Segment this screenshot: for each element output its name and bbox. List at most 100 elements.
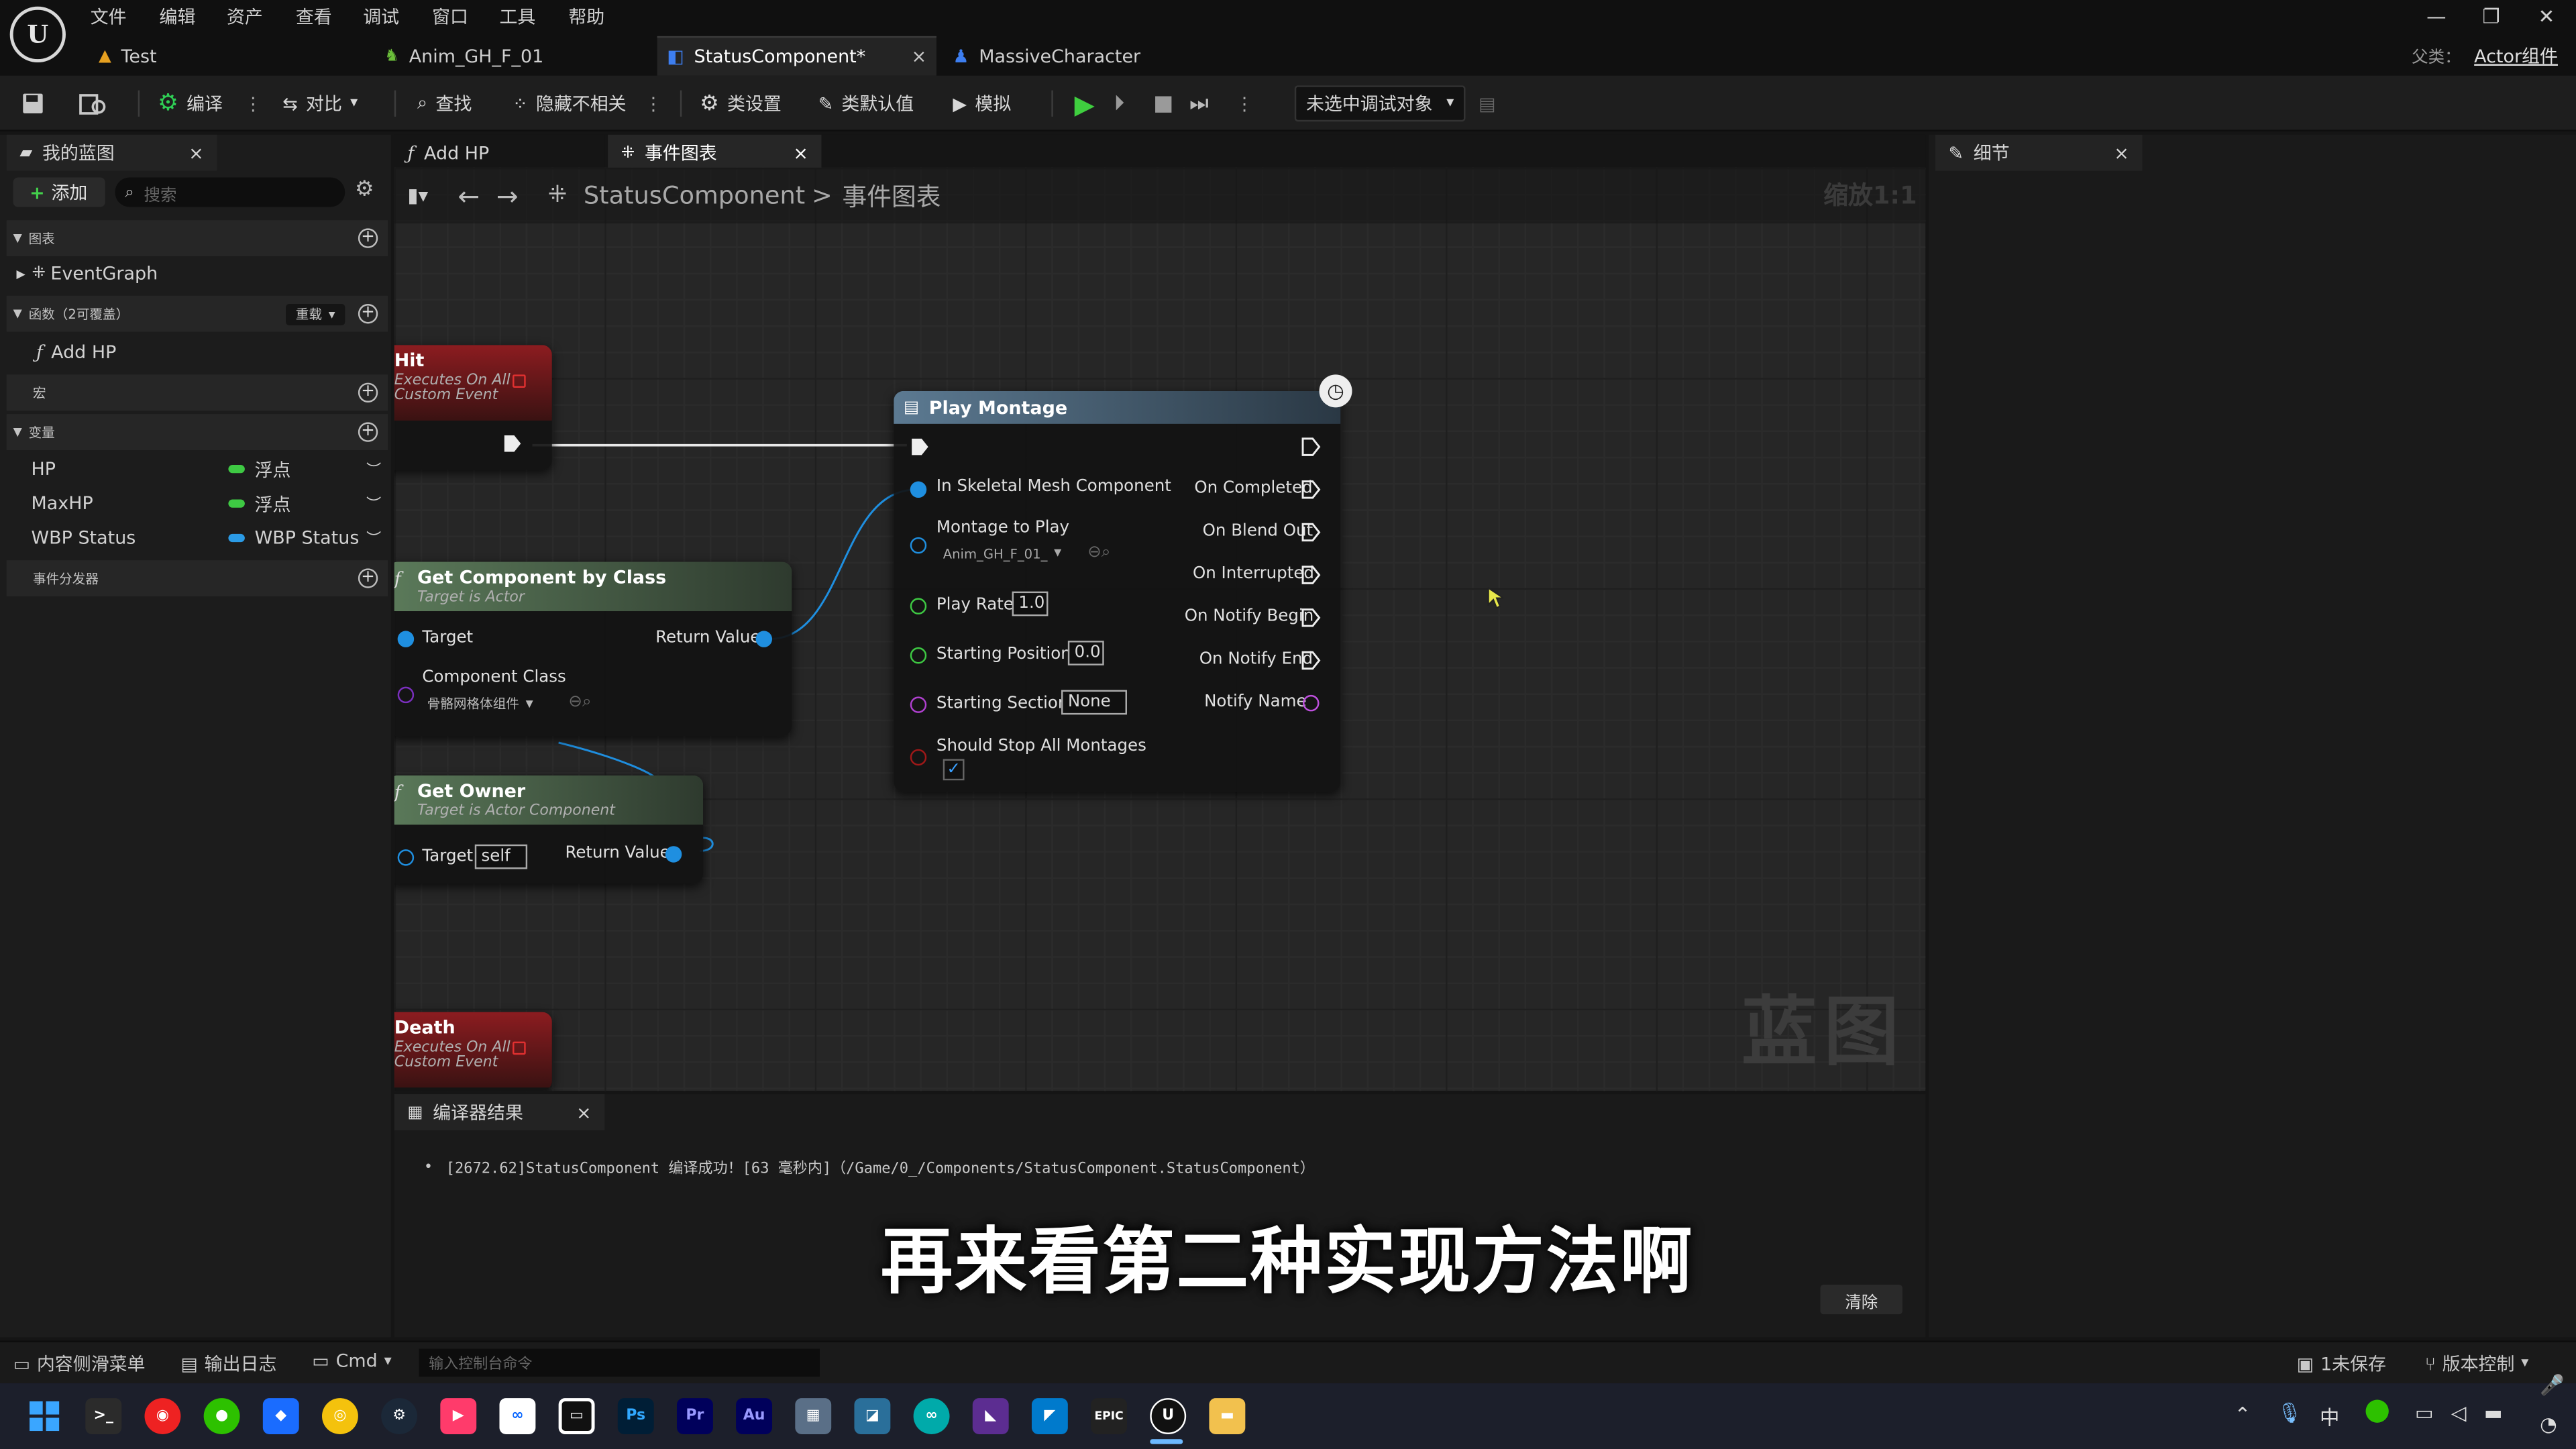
- find-button[interactable]: ⌕ 查找: [417, 76, 472, 131]
- feishu-icon[interactable]: ◆: [262, 1398, 299, 1434]
- starting-section-field[interactable]: None: [1061, 690, 1128, 715]
- more-icon[interactable]: ⋮: [645, 93, 663, 114]
- step-button[interactable]: ⏵: [1114, 76, 1124, 131]
- return-value-pin[interactable]: [665, 846, 682, 863]
- more-icon[interactable]: ⋮: [244, 93, 262, 114]
- component-class-pin[interactable]: [397, 686, 415, 704]
- close-icon[interactable]: ×: [189, 142, 204, 164]
- mic-tray-icon[interactable]: 🎤: [2540, 1373, 2565, 1396]
- close-icon[interactable]: ×: [912, 46, 927, 68]
- app-icon[interactable]: ▶: [440, 1398, 477, 1434]
- delegate-pin[interactable]: [513, 1041, 526, 1055]
- tab-compiler-results[interactable]: ▦ 编译器结果 ×: [394, 1094, 605, 1130]
- tab-event-graph[interactable]: ⁜ 事件图表 ×: [608, 134, 822, 171]
- use-selected-icon[interactable]: ⊖⌕: [568, 693, 591, 711]
- menu-file[interactable]: 文件: [91, 3, 127, 30]
- unreal-logo[interactable]: U: [9, 6, 66, 63]
- self-field[interactable]: self: [474, 844, 528, 869]
- browse-icon[interactable]: [79, 76, 109, 131]
- target-pin[interactable]: [397, 849, 415, 866]
- play-montage-node[interactable]: ▤ Play Montage In Skeletal Mesh Componen…: [894, 390, 1341, 792]
- component-class-dropdown[interactable]: 骨骼网格体组件 ▾: [427, 692, 559, 716]
- more-icon[interactable]: ⋮: [1236, 76, 1254, 131]
- menu-view[interactable]: 查看: [296, 3, 332, 30]
- steam-icon[interactable]: ⚙: [381, 1398, 418, 1434]
- class-settings-button[interactable]: ⚙ 类设置: [700, 76, 782, 131]
- unsaved-button[interactable]: ▣ 1未保存: [2297, 1350, 2386, 1377]
- volume-icon[interactable]: ◁: [2451, 1401, 2467, 1424]
- section-macros[interactable]: 宏 +: [6, 374, 388, 411]
- menu-edit[interactable]: 编辑: [160, 3, 196, 30]
- settings-gear-icon[interactable]: ⚙: [355, 177, 374, 202]
- exec-out-pin[interactable]: [502, 434, 522, 453]
- tab-add-hp[interactable]: ƒ Add HP: [394, 134, 605, 171]
- doc-tab-anim[interactable]: ♞ Anim_GH_F_01: [374, 36, 653, 76]
- doc-tab-massivecharacter[interactable]: ♟ MassiveCharacter: [943, 36, 1222, 76]
- eye-icon[interactable]: ︶: [366, 493, 381, 514]
- menu-asset[interactable]: 资产: [227, 3, 263, 30]
- menu-window[interactable]: 窗口: [432, 3, 468, 30]
- blueprint-graph[interactable]: ▮▾ ← → ⁜ StatusComponent > 事件图表 缩放1:1 蓝图…: [394, 167, 1926, 1091]
- starting-position-pin[interactable]: [910, 647, 927, 664]
- get-component-by-class-node[interactable]: Get Component by Class Target is Actor ƒ…: [394, 561, 792, 737]
- play-rate-pin[interactable]: [910, 598, 927, 614]
- file-explorer-icon[interactable]: ▬: [1209, 1398, 1246, 1434]
- add-variable-icon[interactable]: +: [358, 422, 378, 442]
- variable-type[interactable]: 浮点: [255, 490, 291, 517]
- add-button[interactable]: + 添加: [13, 177, 105, 207]
- hit-event-node[interactable]: Hit Executes On All Custom Event: [394, 345, 552, 470]
- eye-icon[interactable]: ︶: [366, 527, 381, 548]
- variable-row-maxhp[interactable]: MaxHP 浮点 ︶: [7, 486, 388, 521]
- diff-button[interactable]: ⇆ 对比 ▾: [282, 76, 358, 131]
- app-icon[interactable]: ◪: [854, 1398, 891, 1434]
- minimize-icon[interactable]: —: [2426, 5, 2446, 28]
- variable-type[interactable]: 浮点: [255, 456, 291, 482]
- tab-my-blueprint[interactable]: ▰ 我的蓝图 ×: [6, 134, 217, 171]
- content-drawer-button[interactable]: ▭ 内容侧滑菜单: [13, 1350, 146, 1377]
- meta-icon[interactable]: ∞: [499, 1398, 536, 1434]
- add-macro-icon[interactable]: +: [358, 382, 378, 403]
- on-completed-pin[interactable]: [1301, 480, 1321, 499]
- debug-filter-icon[interactable]: ▤: [1479, 76, 1495, 131]
- graph-item-eventgraph[interactable]: ▶ ⁜ EventGraph: [7, 256, 388, 290]
- windows-start-icon[interactable]: [26, 1398, 62, 1434]
- get-owner-node[interactable]: Get Owner Target is Actor Component ƒ Ta…: [394, 775, 704, 884]
- audition-icon[interactable]: Au: [736, 1398, 773, 1434]
- unreal-engine-icon[interactable]: U: [1150, 1398, 1187, 1434]
- eye-icon[interactable]: ︶: [366, 458, 381, 480]
- terminal-app-icon[interactable]: >_: [85, 1398, 122, 1434]
- target-pin[interactable]: [397, 631, 415, 647]
- chrome-icon[interactable]: ◎: [322, 1398, 358, 1434]
- simulate-button[interactable]: ▶ 模拟: [953, 76, 1011, 131]
- netease-music-icon[interactable]: ◉: [144, 1398, 181, 1434]
- wechat-icon[interactable]: ●: [203, 1398, 240, 1434]
- exec-in-pin[interactable]: [910, 437, 930, 456]
- menu-debug[interactable]: 调试: [363, 3, 399, 30]
- source-control-button[interactable]: ⑂ 版本控制 ▾: [2425, 1350, 2529, 1377]
- variable-row-hp[interactable]: HP 浮点 ︶: [7, 451, 388, 486]
- doc-tab-test[interactable]: ▲ Test: [89, 36, 368, 76]
- notification-icon[interactable]: ◔: [2540, 1413, 2557, 1436]
- clear-button[interactable]: 清除: [1820, 1285, 1902, 1315]
- section-variables[interactable]: ▼ 变量 +: [6, 414, 388, 451]
- stop-button[interactable]: ■: [1153, 76, 1173, 131]
- section-graphs[interactable]: ▼ 图表 +: [6, 220, 388, 257]
- variable-row-wbpstatus[interactable]: WBP Status WBP Status ︶: [7, 521, 388, 555]
- vscode-icon[interactable]: ◤: [1031, 1398, 1068, 1434]
- tray-chevron-icon[interactable]: ⌃: [2235, 1403, 2251, 1426]
- montage-dropdown[interactable]: Anim_GH_F_01_ ▾: [943, 542, 1081, 565]
- restore-icon[interactable]: ❐: [2482, 5, 2500, 28]
- visual-studio-icon[interactable]: ◣: [972, 1398, 1009, 1434]
- death-event-node[interactable]: Death Executes On All Custom Event: [394, 1012, 552, 1091]
- override-dropdown[interactable]: 重载 ▾: [286, 303, 345, 325]
- save-icon[interactable]: [19, 76, 46, 131]
- output-log-button[interactable]: ▤ 输出日志: [180, 1350, 276, 1377]
- menu-tools[interactable]: 工具: [499, 3, 535, 30]
- variable-type[interactable]: WBP Status: [255, 527, 360, 549]
- arduino-icon[interactable]: ∞: [913, 1398, 950, 1434]
- hide-unrelated-button[interactable]: ⁘ 隐藏不相关 ⋮: [513, 76, 662, 131]
- menu-help[interactable]: 帮助: [568, 3, 604, 30]
- section-dispatchers[interactable]: 事件分发器 +: [6, 560, 388, 596]
- starting-section-pin[interactable]: [910, 696, 927, 713]
- section-functions[interactable]: ▼ 函数（2可覆盖） 重载 ▾ +: [6, 295, 388, 332]
